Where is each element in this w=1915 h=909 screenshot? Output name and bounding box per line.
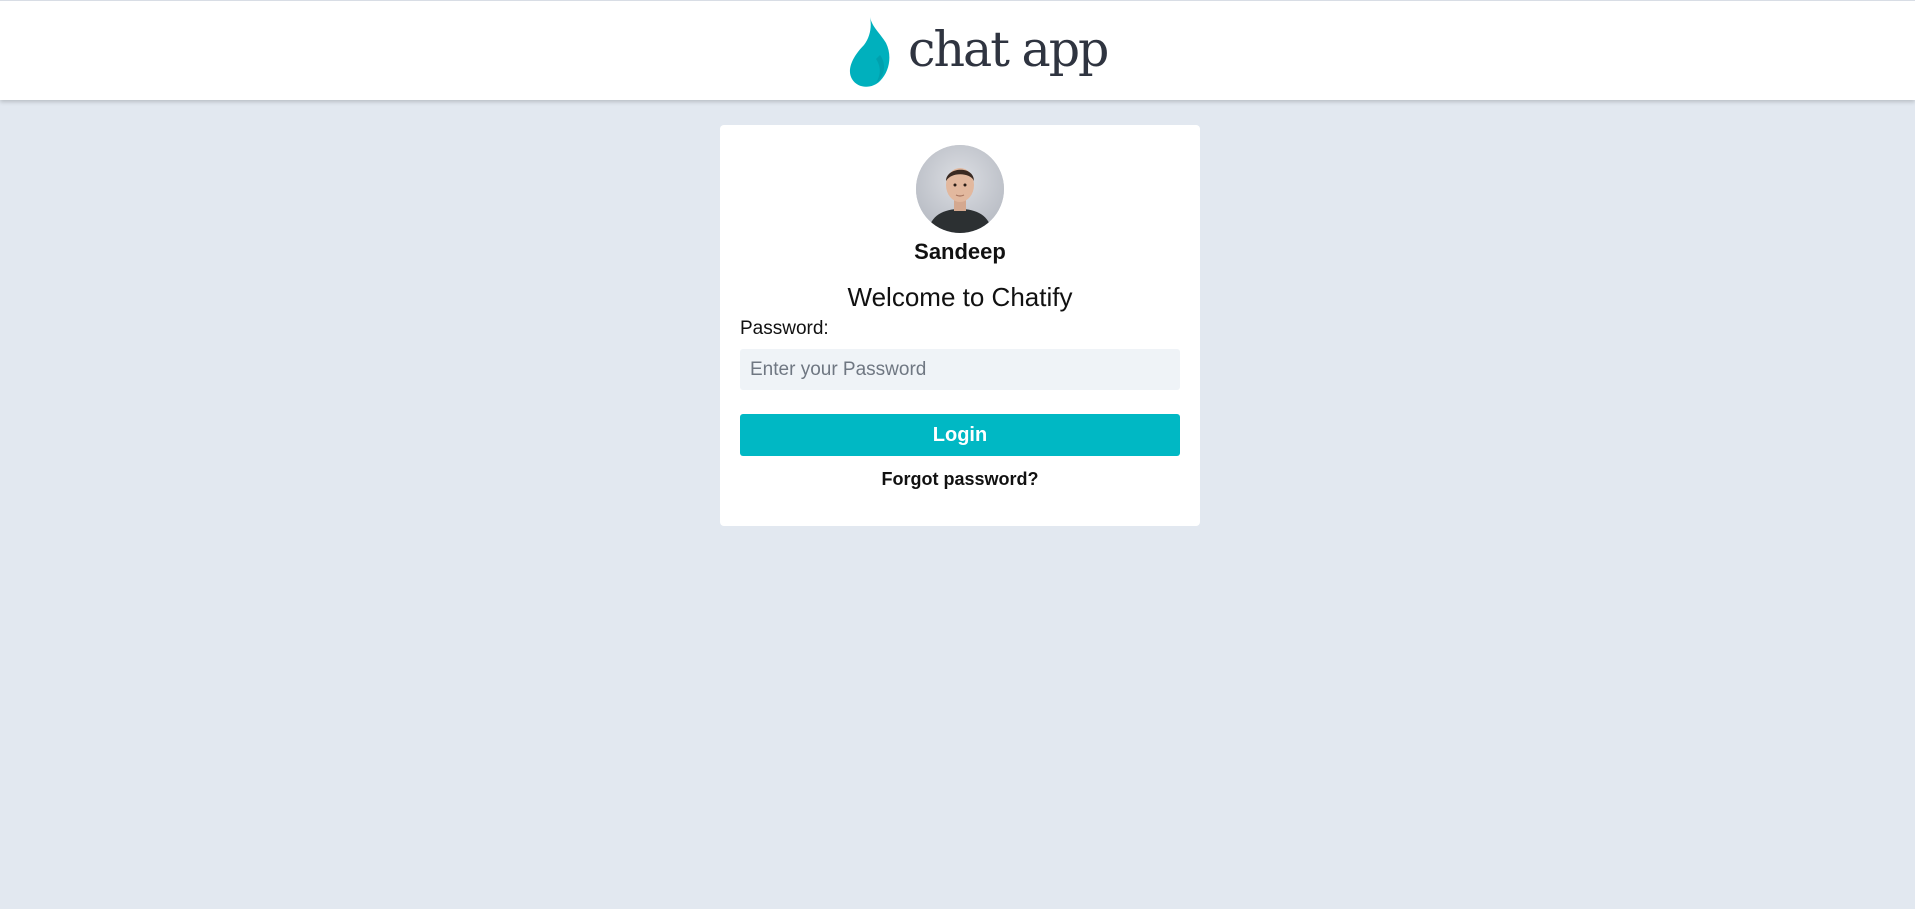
app-logo[interactable]: chat app: [846, 15, 1109, 89]
password-input[interactable]: [740, 349, 1180, 390]
avatar-image: [916, 145, 1004, 233]
user-avatar: [916, 145, 1004, 233]
login-card: Sandeep Welcome to Chatify Password: Log…: [720, 125, 1200, 526]
password-label: Password:: [740, 318, 829, 339]
flame-icon: [849, 17, 890, 87]
username: Sandeep: [914, 239, 1006, 264]
login-button[interactable]: Login: [740, 414, 1180, 456]
top-navbar: chat app: [0, 0, 1915, 100]
welcome-heading: Welcome to Chatify: [847, 282, 1073, 312]
logo-text: chat app: [908, 20, 1109, 78]
forgot-password-link[interactable]: Forgot password?: [720, 469, 1200, 490]
